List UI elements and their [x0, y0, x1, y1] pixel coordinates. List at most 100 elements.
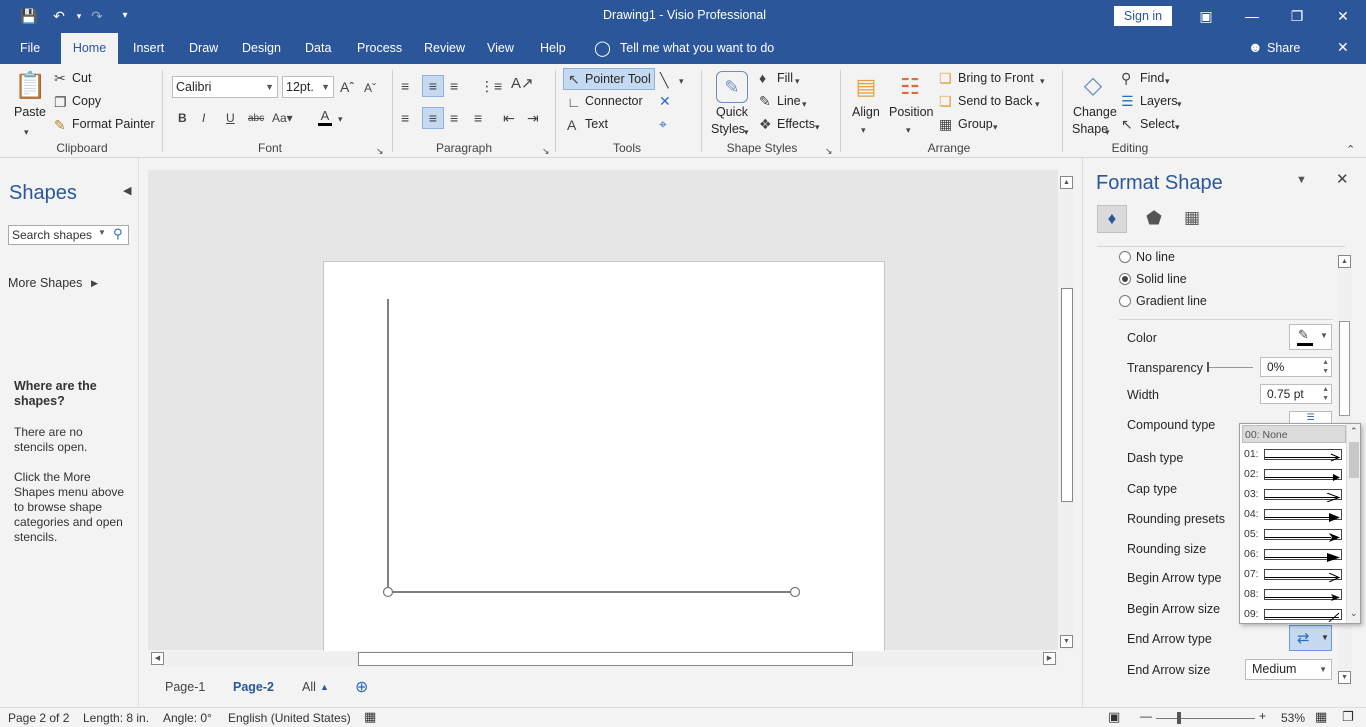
font-name-combo[interactable]: Calibri ▼ [172, 76, 278, 98]
position-button[interactable]: Position [889, 105, 933, 119]
transparency-slider[interactable] [1207, 367, 1253, 368]
scroll-left-icon[interactable]: ◀ [151, 652, 164, 665]
close-pane-icon[interactable]: ✕ [1336, 170, 1349, 188]
grow-font-icon[interactable]: Aˆ [340, 79, 354, 95]
line-end-handle[interactable] [789, 586, 801, 598]
arrow-option-07[interactable]: 07: [1242, 565, 1346, 583]
position-icon[interactable]: ☷ [895, 72, 925, 102]
horizontal-scroll-thumb[interactable] [358, 652, 853, 666]
increase-indent-icon[interactable]: ⇥ [527, 110, 539, 126]
tell-me-input[interactable]: Tell me what you want to do [620, 41, 774, 55]
effects-tab-icon[interactable]: ⬟ [1142, 205, 1166, 233]
redo-icon[interactable]: ↷ [86, 6, 108, 26]
tab-process[interactable]: Process [357, 41, 402, 55]
font-size-combo[interactable]: 12pt. ▼ [282, 76, 334, 98]
select-dropdown-icon[interactable]: ▾ [1175, 119, 1180, 135]
cut-button[interactable]: Cut [72, 71, 91, 85]
spin-up-icon[interactable]: ▲ [1322, 359, 1329, 366]
arrow-list-scroll-down-icon[interactable]: ⌄ [1350, 608, 1358, 619]
restore-icon[interactable]: ❐ [1283, 4, 1311, 28]
macro-recorder-icon[interactable]: ▦ [364, 709, 376, 725]
paste-button[interactable]: Paste [14, 105, 46, 119]
strikethrough-icon[interactable]: abc [248, 111, 264, 127]
save-icon[interactable]: 💾 [18, 6, 40, 26]
quick-styles-label-2[interactable]: Styles [711, 122, 745, 136]
tab-draw[interactable]: Draw [189, 41, 218, 55]
align-middle-icon[interactable]: ≡ [422, 75, 444, 97]
font-dialog-launcher-icon[interactable]: ↘ [376, 143, 384, 159]
group-dropdown-icon[interactable]: ▾ [993, 119, 998, 135]
canvas-vertical-scrollbar[interactable]: ▲ ▼ [1060, 176, 1074, 650]
line-dropdown-icon[interactable]: ▾ [802, 96, 807, 112]
solid-line-radio[interactable] [1119, 273, 1131, 285]
transparency-slider-thumb[interactable] [1207, 362, 1209, 372]
arrow-list-scrollbar[interactable]: ⌃ ⌄ [1346, 424, 1360, 623]
align-bottom-icon[interactable]: ≡ [450, 78, 458, 94]
pointer-tool-button[interactable]: ↖ Pointer Tool [563, 68, 655, 90]
font-color-icon[interactable]: A [318, 109, 332, 126]
tab-design[interactable]: Design [242, 41, 281, 55]
bring-to-front-button[interactable]: Bring to Front [958, 71, 1034, 85]
layers-button[interactable]: Layers [1140, 94, 1178, 108]
transparency-input[interactable]: 0% ▲ ▼ [1260, 357, 1332, 377]
arrow-option-05[interactable]: 05: [1242, 525, 1346, 543]
width-input[interactable]: 0.75 pt ▲ ▼ [1260, 384, 1332, 404]
align-dropdown-icon[interactable]: ▾ [861, 122, 866, 138]
change-shape-icon[interactable]: ◇ [1077, 70, 1109, 102]
scroll-up-icon[interactable]: ▲ [1060, 176, 1073, 189]
zoom-slider[interactable] [1156, 718, 1255, 719]
shrink-font-icon[interactable]: Aˇ [364, 80, 376, 96]
find-button[interactable]: Find [1140, 71, 1164, 85]
all-pages-up-icon[interactable]: ▲ [320, 682, 329, 692]
close-window-icon[interactable]: ✕ [1329, 4, 1357, 28]
tab-help[interactable]: Help [540, 41, 566, 55]
fit-page-icon[interactable]: ▦ [1315, 709, 1327, 725]
send-to-back-dropdown-icon[interactable]: ▾ [1035, 96, 1040, 112]
effects-dropdown-icon[interactable]: ▾ [815, 119, 820, 135]
underline-icon[interactable]: U [226, 110, 235, 126]
effects-button[interactable]: Effects [777, 117, 815, 131]
tab-home[interactable]: Home [61, 33, 118, 64]
arrow-option-09[interactable]: 09: [1242, 605, 1346, 623]
tab-file[interactable]: File [20, 41, 40, 55]
undo-icon[interactable]: ↶ [48, 6, 70, 26]
spin-up-icon[interactable]: ▲ [1322, 386, 1329, 393]
paragraph-dialog-launcher-icon[interactable]: ↘ [542, 143, 550, 159]
pane-scroll-up-icon[interactable]: ▲ [1338, 255, 1351, 268]
page-tab-1[interactable]: Page-1 [165, 680, 205, 694]
send-to-back-button[interactable]: Send to Back [958, 94, 1032, 108]
arrow-option-06[interactable]: 06: [1242, 545, 1346, 563]
tab-view[interactable]: View [487, 41, 514, 55]
select-button[interactable]: Select [1140, 117, 1175, 131]
search-shapes-input[interactable]: Search shapes ▼ ⚲ [8, 225, 129, 245]
font-color-dropdown-icon[interactable]: ▾ [338, 111, 343, 127]
align-left-icon[interactable]: ≡ [401, 110, 409, 126]
change-case-icon[interactable]: Aa▾ [272, 110, 293, 126]
search-icon[interactable]: ⚲ [113, 226, 123, 242]
more-shapes-button[interactable]: More Shapes [8, 276, 82, 290]
search-options-icon[interactable]: ▼ [98, 228, 106, 237]
justify-icon[interactable]: ≡ [474, 110, 482, 126]
align-button[interactable]: Align [852, 105, 880, 119]
zoom-slider-thumb[interactable] [1177, 712, 1181, 724]
fill-button[interactable]: Fill [777, 71, 793, 85]
align-top-icon[interactable]: ≡ [401, 78, 409, 94]
spin-down-icon[interactable]: ▼ [1322, 395, 1329, 402]
spin-down-icon[interactable]: ▼ [1322, 368, 1329, 375]
collapse-shapes-icon[interactable]: ◀ [123, 184, 131, 197]
text-tool-button[interactable]: Text [585, 117, 608, 131]
decrease-indent-icon[interactable]: ⇤ [503, 110, 515, 126]
format-painter-button[interactable]: Format Painter [72, 117, 155, 131]
change-shape-dropdown-icon[interactable]: ▾ [1105, 124, 1110, 140]
end-arrow-type-button[interactable]: ⇄ ▼ [1289, 625, 1332, 651]
all-pages-button[interactable]: All [302, 680, 316, 694]
drawing-page[interactable] [323, 261, 885, 651]
bullets-icon[interactable]: ⋮≡ [480, 78, 502, 94]
quick-styles-icon[interactable]: ✎ [716, 71, 748, 103]
pane-scroll-thumb[interactable] [1339, 321, 1350, 416]
close-ribbon-icon[interactable]: ✕ [1337, 39, 1349, 56]
change-shape-label-2[interactable]: Shape [1072, 122, 1108, 136]
crop-tool-icon[interactable]: ⌖ [659, 116, 667, 132]
fill-dropdown-icon[interactable]: ▾ [795, 73, 800, 89]
page-number-status[interactable]: Page 2 of 2 [8, 711, 69, 725]
